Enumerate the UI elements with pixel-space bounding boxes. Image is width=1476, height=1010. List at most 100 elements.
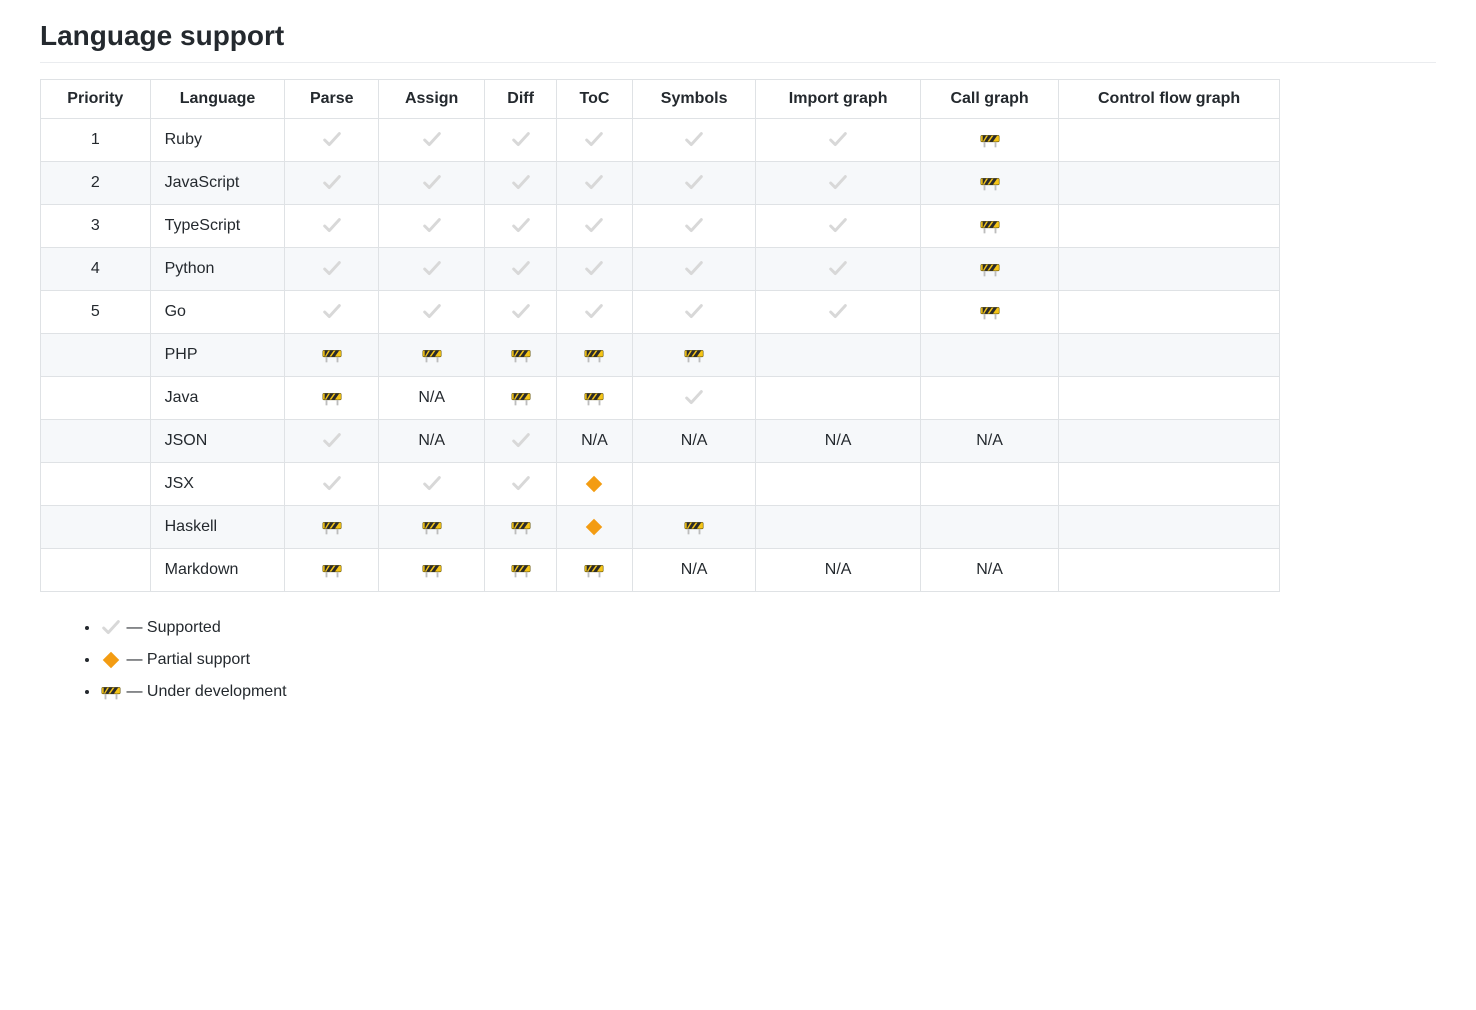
status-cell — [379, 506, 485, 549]
table-row: 5Go — [41, 291, 1280, 334]
status-cell — [379, 205, 485, 248]
priority-cell — [41, 506, 151, 549]
check-icon — [421, 258, 443, 280]
status-cell: N/A — [920, 549, 1058, 592]
column-header: Assign — [379, 80, 485, 119]
construction-icon — [510, 516, 532, 538]
status-cell — [632, 463, 755, 506]
check-icon — [510, 172, 532, 194]
column-header: Language — [150, 80, 285, 119]
check-icon — [421, 172, 443, 194]
status-cell — [485, 463, 557, 506]
table-row: PHP — [41, 334, 1280, 377]
status-cell — [485, 291, 557, 334]
language-cell: Ruby — [150, 119, 285, 162]
table-row: 3TypeScript — [41, 205, 1280, 248]
column-header: Symbols — [632, 80, 755, 119]
status-cell — [1059, 420, 1280, 463]
status-cell: N/A — [632, 420, 755, 463]
check-icon — [683, 301, 705, 323]
check-icon — [421, 215, 443, 237]
table-row: Haskell — [41, 506, 1280, 549]
status-cell — [285, 549, 379, 592]
priority-cell: 5 — [41, 291, 151, 334]
construction-icon — [683, 516, 705, 538]
status-cell: N/A — [756, 549, 921, 592]
priority-cell: 1 — [41, 119, 151, 162]
table-row: 2JavaScript — [41, 162, 1280, 205]
status-cell — [379, 463, 485, 506]
page-title: Language support — [40, 20, 1436, 63]
language-cell: Python — [150, 248, 285, 291]
status-cell — [1059, 463, 1280, 506]
status-cell — [920, 377, 1058, 420]
construction-icon — [100, 681, 122, 703]
construction-icon — [421, 516, 443, 538]
check-icon — [421, 129, 443, 151]
status-cell — [285, 119, 379, 162]
status-cell — [556, 506, 632, 549]
check-icon — [827, 215, 849, 237]
status-cell — [1059, 334, 1280, 377]
legend-separator: — — [122, 683, 147, 700]
language-cell: JSON — [150, 420, 285, 463]
status-cell — [1059, 119, 1280, 162]
status-cell — [485, 377, 557, 420]
legend-item: — Supported — [100, 612, 1436, 644]
construction-icon — [979, 215, 1001, 237]
status-cell — [285, 377, 379, 420]
diamond-icon — [100, 649, 122, 671]
priority-cell: 3 — [41, 205, 151, 248]
check-icon — [683, 129, 705, 151]
construction-icon — [321, 387, 343, 409]
check-icon — [321, 258, 343, 280]
check-icon — [583, 172, 605, 194]
status-cell — [632, 162, 755, 205]
status-cell — [556, 205, 632, 248]
status-cell — [285, 248, 379, 291]
language-support-table: PriorityLanguageParseAssignDiffToCSymbol… — [40, 79, 1280, 592]
status-cell — [556, 119, 632, 162]
status-cell — [485, 248, 557, 291]
construction-icon — [321, 344, 343, 366]
check-icon — [421, 301, 443, 323]
status-cell — [485, 119, 557, 162]
status-cell — [632, 205, 755, 248]
legend-text: Under development — [147, 683, 287, 700]
column-header: Diff — [485, 80, 557, 119]
status-cell — [920, 506, 1058, 549]
status-cell — [485, 420, 557, 463]
check-icon — [510, 473, 532, 495]
check-icon — [583, 129, 605, 151]
legend-text: Supported — [147, 619, 221, 636]
table-row: 1Ruby — [41, 119, 1280, 162]
status-cell — [920, 162, 1058, 205]
language-cell: Haskell — [150, 506, 285, 549]
diamond-icon — [583, 473, 605, 495]
construction-icon — [979, 301, 1001, 323]
language-cell: Java — [150, 377, 285, 420]
status-cell — [756, 463, 921, 506]
status-cell — [556, 549, 632, 592]
status-cell — [285, 420, 379, 463]
status-cell — [285, 463, 379, 506]
status-cell — [756, 119, 921, 162]
status-cell — [920, 205, 1058, 248]
status-cell — [920, 334, 1058, 377]
construction-icon — [979, 172, 1001, 194]
status-cell — [920, 119, 1058, 162]
status-cell — [556, 162, 632, 205]
status-cell — [632, 291, 755, 334]
status-cell — [756, 291, 921, 334]
language-cell: TypeScript — [150, 205, 285, 248]
status-cell — [485, 162, 557, 205]
check-icon — [510, 129, 532, 151]
priority-cell: 4 — [41, 248, 151, 291]
diamond-icon — [583, 516, 605, 538]
status-cell — [556, 377, 632, 420]
column-header: Call graph — [920, 80, 1058, 119]
construction-icon — [510, 344, 532, 366]
check-icon — [583, 301, 605, 323]
construction-icon — [421, 559, 443, 581]
language-cell: JSX — [150, 463, 285, 506]
